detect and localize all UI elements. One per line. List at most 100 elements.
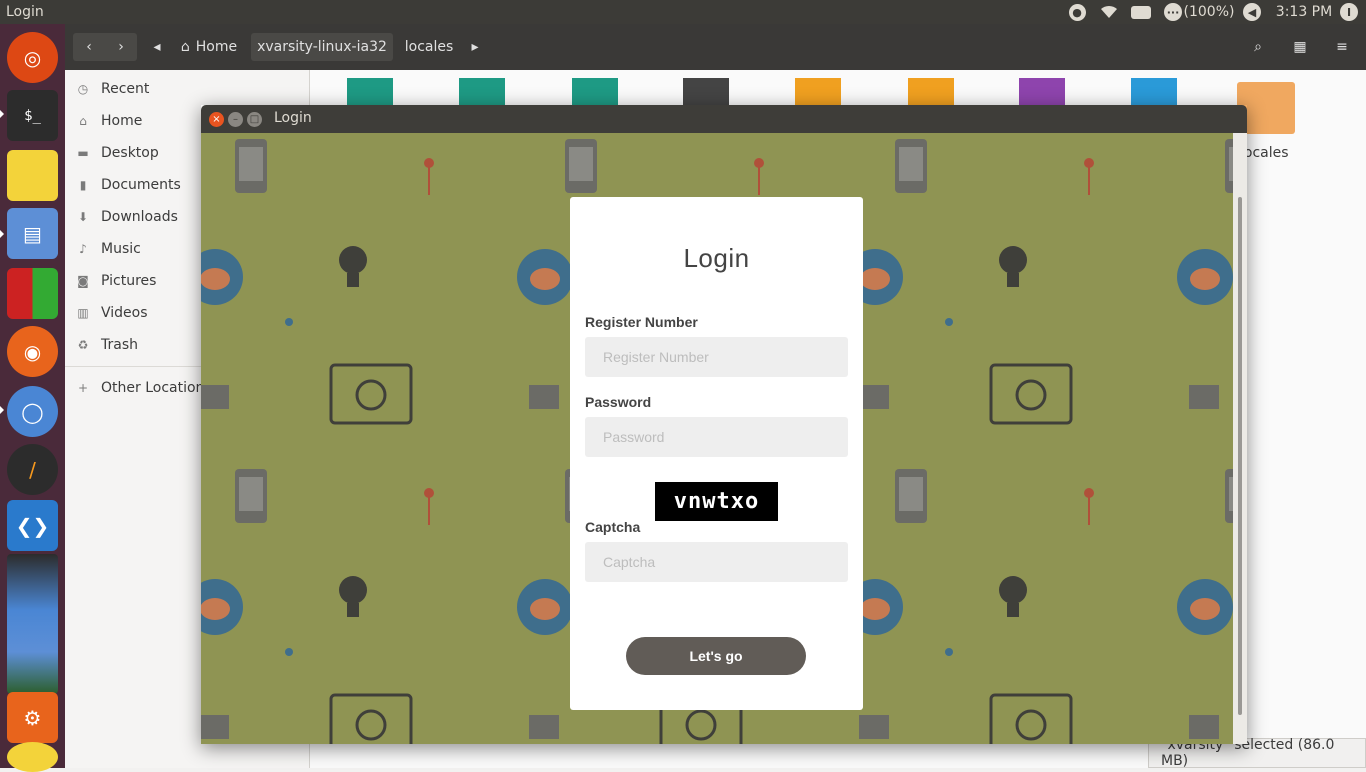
sidebar-item-recent[interactable]: ◷ Recent [75, 75, 150, 103]
piggy-bank-body-icon [201, 268, 230, 290]
ubuntu-icon[interactable]: ◎ [7, 32, 58, 83]
file-icon[interactable] [795, 78, 841, 108]
phone-screen-icon [899, 477, 923, 511]
document-icon: ▮ [79, 178, 87, 192]
scrollbar-thumb[interactable] [1238, 197, 1242, 715]
piggy-bank-body-icon [201, 598, 230, 620]
download-icon: ⬇ [77, 210, 89, 224]
grid-view-icon[interactable]: ▦ [1283, 33, 1317, 61]
register-number-label: Register Number [585, 314, 698, 330]
dot-icon [945, 318, 953, 326]
certificate-icon [529, 385, 559, 409]
file-icon[interactable] [459, 78, 505, 108]
keyboard-icon[interactable] [1130, 0, 1152, 24]
phone-screen-icon [239, 147, 263, 181]
file-manager-header: ‹ › ◂ ⌂ Home xvarsity-linux-ia32 locales… [65, 24, 1366, 70]
breadcrumb-home-label: Home [195, 39, 238, 55]
piggy-bank-body-icon [1190, 268, 1220, 290]
certificate-icon [1189, 715, 1219, 739]
file-icon[interactable] [908, 78, 954, 108]
sticky-notes-icon[interactable] [7, 150, 58, 201]
window-titlebar[interactable]: × – □ Login [201, 105, 1247, 133]
file-cabinet-icon[interactable]: ▤ [7, 208, 58, 259]
clock[interactable]: 3:13 PM [1274, 0, 1334, 24]
network-indicator-icon[interactable]: ● [1067, 0, 1087, 24]
lightbulb-icon [339, 246, 367, 274]
battery-percentage[interactable]: (100%) [1184, 0, 1235, 24]
wifi-icon[interactable] [1098, 0, 1120, 24]
launcher: ◎ $_ ▤ ◉ ◯ / ❮❯ ⚙ [0, 24, 65, 772]
vscode-icon[interactable]: ❮❯ [7, 500, 58, 551]
maximize-button[interactable]: □ [247, 112, 262, 127]
active-window-title: Login [6, 4, 44, 20]
forward-button[interactable]: › [105, 33, 137, 61]
login-window: × – □ Login Login Register Number Passwo… [201, 105, 1247, 744]
minimize-button[interactable]: – [228, 112, 243, 127]
terminal-icon[interactable]: $_ [7, 90, 58, 141]
rubiks-cube-icon[interactable] [7, 268, 58, 319]
phone-screen-icon [239, 477, 263, 511]
chat-bubble-bolt-icon [355, 379, 387, 411]
certificate-icon [859, 715, 889, 739]
captcha-image: vnwtxo [655, 482, 778, 521]
file-icon[interactable] [347, 78, 393, 108]
piggy-bank-body-icon [530, 268, 560, 290]
dot-icon [945, 648, 953, 656]
folder-label[interactable]: locales [1240, 145, 1289, 161]
lightbulb-base-icon [1007, 273, 1019, 287]
captcha-input[interactable] [585, 542, 848, 582]
breadcrumb-current-folder[interactable]: xvarsity-linux-ia32 [251, 33, 393, 61]
sidebar-item-music[interactable]: ♪ Music [75, 235, 141, 263]
back-button[interactable]: ‹ [73, 33, 105, 61]
certificate-icon [859, 385, 889, 409]
lightbulb-icon [999, 246, 1027, 274]
breadcrumb-scroll-right-button[interactable]: ▸ [465, 33, 485, 61]
battery-icon[interactable]: ··· [1162, 0, 1184, 24]
firefox-icon[interactable]: ◉ [7, 326, 58, 377]
sidebar-item-other-locations[interactable]: + Other Locations [75, 374, 212, 402]
certificate-icon [529, 715, 559, 739]
certificate-icon [201, 715, 229, 739]
close-button[interactable]: × [209, 112, 224, 127]
power-icon[interactable]: I [1338, 0, 1360, 24]
captcha-label: Captcha [585, 519, 641, 535]
recycle-icon: ♻ [77, 338, 89, 352]
search-icon[interactable]: ⌕ [1241, 33, 1275, 61]
register-number-input[interactable] [585, 337, 848, 377]
breadcrumb-home[interactable]: ⌂ Home [169, 33, 249, 61]
password-input[interactable] [585, 417, 848, 457]
certificate-icon [1189, 385, 1219, 409]
stacked-apps-icon[interactable] [7, 554, 58, 694]
lets-go-button[interactable]: Let's go [626, 637, 806, 675]
certificate-icon [201, 385, 229, 409]
sidebar-item-desktop[interactable]: ▬ Desktop [75, 139, 158, 167]
sidebar-item-pictures[interactable]: ◙ Pictures [75, 267, 156, 295]
software-updater-icon[interactable]: ⚙ [7, 692, 58, 743]
clock-icon: ◷ [77, 82, 89, 96]
file-icon[interactable] [1131, 78, 1177, 108]
file-icon[interactable] [1019, 78, 1065, 108]
file-icon[interactable] [572, 78, 618, 108]
film-icon: ▥ [77, 306, 89, 320]
sidebar-item-home[interactable]: ⌂ Home [75, 107, 142, 135]
sidebar-item-trash[interactable]: ♻ Trash [75, 331, 138, 359]
chat-bubble-bolt-icon [1015, 379, 1047, 411]
chromium-icon[interactable]: ◯ [7, 386, 58, 437]
breadcrumb-scroll-left-button[interactable]: ◂ [147, 33, 167, 61]
home-icon: ⌂ [79, 114, 87, 128]
sidebar-item-downloads[interactable]: ⬇ Downloads [75, 203, 178, 231]
running-indicator-icon [0, 110, 4, 118]
camera-icon: ◙ [77, 274, 89, 288]
phone-screen-icon [569, 147, 593, 181]
lightbulb-base-icon [347, 273, 359, 287]
window-scrollbar[interactable] [1233, 133, 1247, 744]
sidebar-item-documents[interactable]: ▮ Documents [75, 171, 181, 199]
volume-icon[interactable]: ◀ [1241, 0, 1263, 24]
file-icon[interactable] [683, 78, 729, 108]
desktop-icon: ▬ [77, 146, 89, 160]
breadcrumb-locales[interactable]: locales [395, 33, 463, 61]
sublime-text-icon[interactable]: / [7, 444, 58, 495]
dot-icon [285, 648, 293, 656]
sidebar-item-videos[interactable]: ▥ Videos [75, 299, 147, 327]
menu-icon[interactable]: ≡ [1325, 33, 1359, 61]
